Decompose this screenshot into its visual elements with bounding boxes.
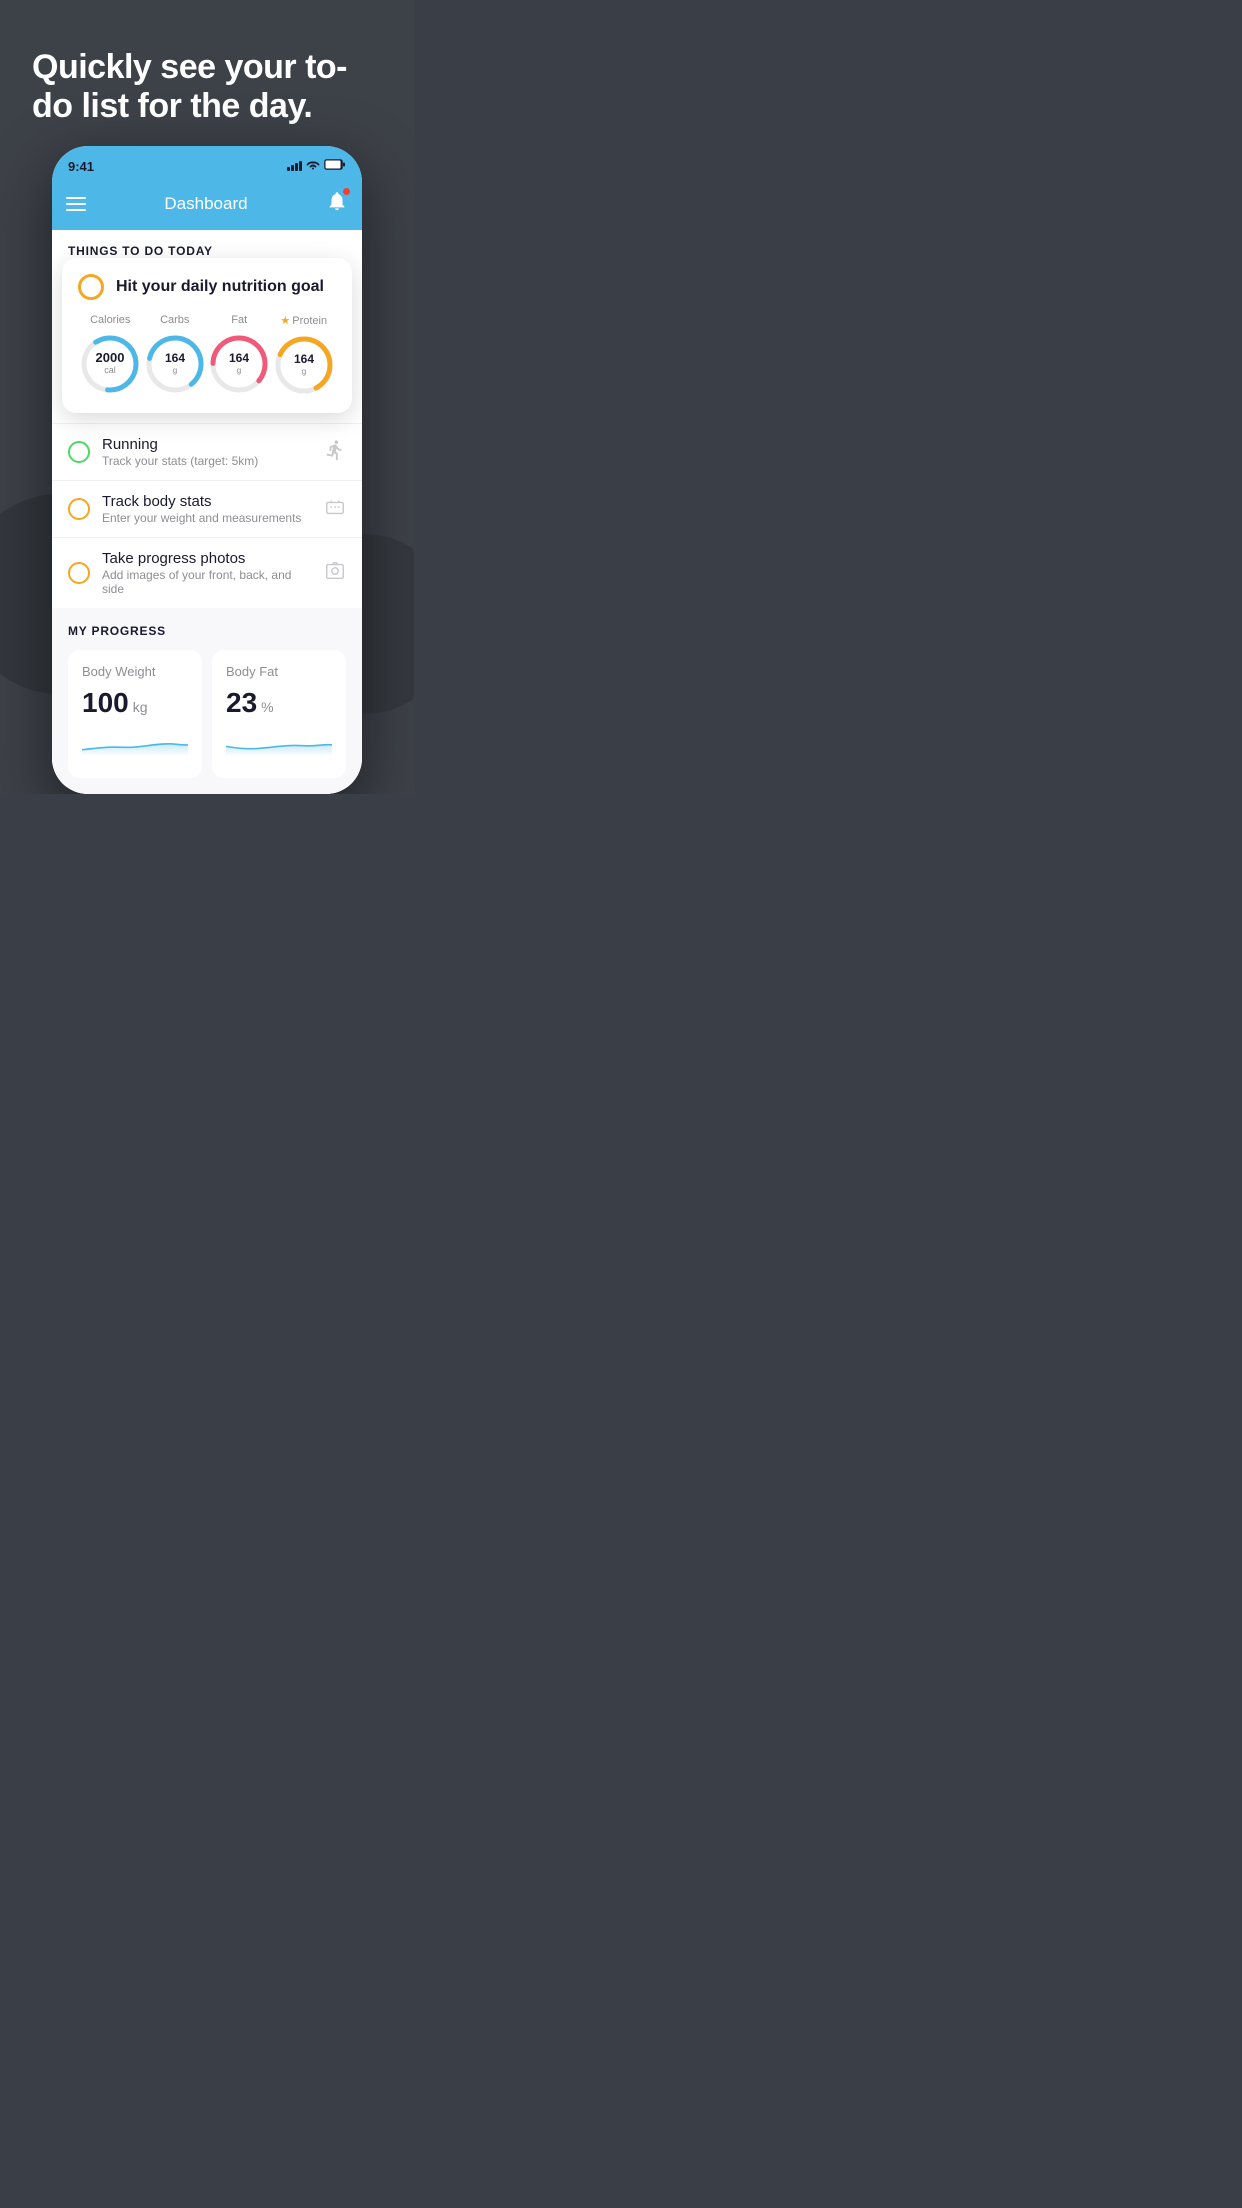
protein-star-icon: ★ [280, 314, 290, 327]
body-weight-title: Body Weight [82, 664, 188, 679]
progress-photo-check-circle [68, 562, 90, 584]
body-fat-unit: % [261, 699, 273, 715]
nutrition-check-circle [78, 274, 104, 300]
app-header: Dashboard [52, 182, 362, 230]
phone-content: THINGS TO DO TODAY Hit your daily nutrit… [52, 230, 362, 794]
progress-section-label: MY PROGRESS [68, 624, 346, 638]
background-page: Quickly see your to-do list for the day.… [0, 0, 414, 794]
body-weight-value: 100 kg [82, 687, 188, 719]
protein-circle-item: ★ Protein 164 g [272, 314, 336, 397]
status-icons [287, 159, 346, 173]
nutrition-title: Hit your daily nutrition goal [116, 278, 324, 296]
progress-photo-subtitle: Add images of your front, back, and side [102, 568, 312, 596]
fat-donut: 164 g [207, 332, 271, 396]
body-fat-value: 23 % [226, 687, 332, 719]
body-weight-card[interactable]: Body Weight 100 kg [68, 650, 202, 778]
track-body-title: Track body stats [102, 493, 312, 510]
carbs-label: Carbs [160, 314, 189, 326]
svg-text:164: 164 [294, 352, 314, 366]
nutrition-circles: Calories 2000 cal Carbs [78, 314, 336, 397]
progress-section: MY PROGRESS Body Weight 100 kg [52, 608, 362, 794]
protein-label: ★ Protein [280, 314, 327, 327]
header-title: Dashboard [164, 194, 247, 214]
status-time: 9:41 [68, 159, 94, 174]
todo-progress-photos[interactable]: Take progress photos Add images of your … [52, 537, 362, 608]
nutrition-card[interactable]: Hit your daily nutrition goal Calories 2… [62, 258, 352, 413]
track-body-subtitle: Enter your weight and measurements [102, 511, 312, 525]
fat-label: Fat [231, 314, 247, 326]
calories-label: Calories [90, 314, 130, 326]
svg-text:g: g [173, 366, 177, 375]
fat-circle-item: Fat 164 g [207, 314, 271, 396]
body-weight-number: 100 [82, 687, 129, 719]
running-text: Running Track your stats (target: 5km) [102, 436, 312, 468]
svg-text:164: 164 [229, 351, 249, 365]
body-fat-title: Body Fat [226, 664, 332, 679]
progress-cards: Body Weight 100 kg [68, 650, 346, 778]
svg-text:2000: 2000 [96, 350, 125, 365]
running-check-circle [68, 441, 90, 463]
track-body-text: Track body stats Enter your weight and m… [102, 493, 312, 525]
wifi-icon [306, 159, 320, 173]
protein-donut: 164 g [272, 333, 336, 397]
status-bar: 9:41 [52, 146, 362, 182]
running-icon [324, 439, 346, 466]
progress-photo-title: Take progress photos [102, 550, 312, 567]
track-body-icon [324, 496, 346, 523]
track-body-check-circle [68, 498, 90, 520]
running-subtitle: Track your stats (target: 5km) [102, 454, 312, 468]
svg-text:g: g [237, 366, 241, 375]
progress-photo-text: Take progress photos Add images of your … [102, 550, 312, 596]
svg-text:cal: cal [104, 365, 116, 375]
body-weight-sparkline [82, 729, 188, 759]
phone-screen: 9:41 [52, 146, 362, 794]
body-fat-card[interactable]: Body Fat 23 % [212, 650, 346, 778]
body-weight-unit: kg [133, 699, 148, 715]
calories-circle-item: Calories 2000 cal [78, 314, 142, 396]
notification-badge [343, 188, 350, 195]
hero-title: Quickly see your to-do list for the day. [32, 48, 382, 126]
signal-icon [287, 161, 302, 171]
running-title: Running [102, 436, 312, 453]
carbs-donut: 164 g [143, 332, 207, 396]
hero-section: Quickly see your to-do list for the day. [0, 0, 414, 146]
svg-text:g: g [302, 367, 306, 376]
battery-icon [324, 159, 346, 173]
calories-donut: 2000 cal [78, 332, 142, 396]
menu-button[interactable] [66, 197, 86, 211]
todo-running[interactable]: Running Track your stats (target: 5km) [52, 423, 362, 480]
nutrition-header: Hit your daily nutrition goal [78, 274, 336, 300]
carbs-circle-item: Carbs 164 g [143, 314, 207, 396]
notification-button[interactable] [326, 190, 348, 218]
todo-track-body[interactable]: Track body stats Enter your weight and m… [52, 480, 362, 537]
svg-text:164: 164 [165, 351, 185, 365]
progress-photo-icon [324, 560, 346, 587]
body-fat-sparkline [226, 729, 332, 759]
body-fat-number: 23 [226, 687, 257, 719]
phone-mockup: 9:41 [52, 146, 362, 794]
